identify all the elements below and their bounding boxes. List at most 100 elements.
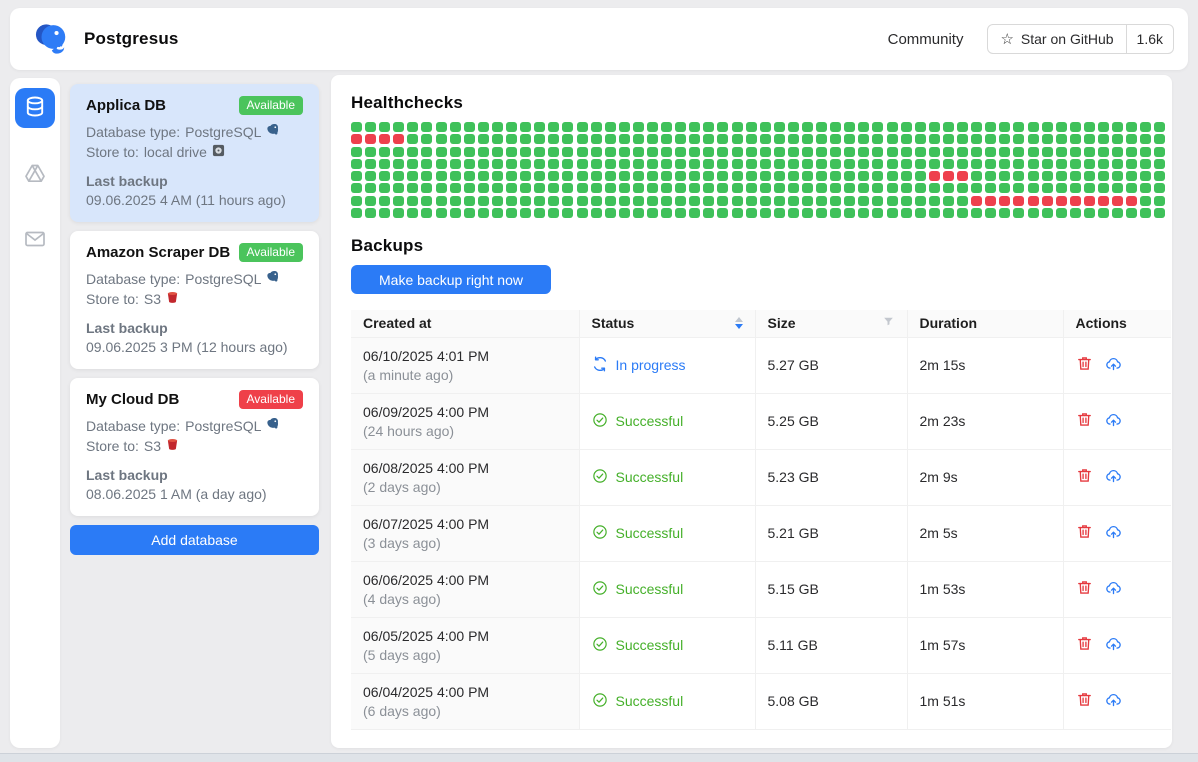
healthcheck-cell[interactable] (1042, 147, 1053, 157)
healthcheck-cell[interactable] (506, 208, 517, 218)
healthcheck-cell[interactable] (1084, 147, 1095, 157)
healthcheck-cell[interactable] (591, 196, 602, 206)
healthcheck-cell[interactable] (774, 122, 785, 132)
healthcheck-cell[interactable] (1070, 122, 1081, 132)
healthcheck-cell[interactable] (492, 147, 503, 157)
healthcheck-cell[interactable] (407, 134, 418, 144)
delete-backup-icon[interactable] (1076, 635, 1093, 655)
healthcheck-cell[interactable] (774, 159, 785, 169)
healthcheck-cell[interactable] (506, 134, 517, 144)
delete-backup-icon[interactable] (1076, 691, 1093, 711)
healthcheck-cell[interactable] (929, 159, 940, 169)
healthcheck-cell[interactable] (943, 208, 954, 218)
healthcheck-cell[interactable] (619, 134, 630, 144)
healthcheck-cell[interactable] (1013, 196, 1024, 206)
healthcheck-cell[interactable] (929, 183, 940, 193)
healthcheck-cell[interactable] (717, 183, 728, 193)
healthcheck-cell[interactable] (577, 171, 588, 181)
healthcheck-cell[interactable] (421, 147, 432, 157)
healthcheck-cell[interactable] (760, 171, 771, 181)
healthcheck-cell[interactable] (717, 159, 728, 169)
healthcheck-cell[interactable] (999, 208, 1010, 218)
healthcheck-cell[interactable] (1013, 147, 1024, 157)
healthcheck-cell[interactable] (675, 122, 686, 132)
healthcheck-cell[interactable] (774, 208, 785, 218)
healthcheck-cell[interactable] (760, 208, 771, 218)
community-link[interactable]: Community (888, 31, 964, 48)
healthcheck-cell[interactable] (830, 134, 841, 144)
healthcheck-cell[interactable] (1028, 208, 1039, 218)
healthcheck-cell[interactable] (534, 171, 545, 181)
healthcheck-cell[interactable] (1013, 122, 1024, 132)
healthcheck-cell[interactable] (421, 183, 432, 193)
healthcheck-cell[interactable] (887, 196, 898, 206)
healthcheck-cell[interactable] (1070, 196, 1081, 206)
healthcheck-cell[interactable] (436, 147, 447, 157)
healthcheck-cell[interactable] (577, 122, 588, 132)
healthcheck-cell[interactable] (915, 183, 926, 193)
healthcheck-cell[interactable] (957, 122, 968, 132)
healthcheck-cell[interactable] (788, 196, 799, 206)
healthcheck-cell[interactable] (421, 196, 432, 206)
healthcheck-cell[interactable] (774, 196, 785, 206)
healthcheck-cell[interactable] (774, 171, 785, 181)
healthcheck-cell[interactable] (703, 122, 714, 132)
healthcheck-cell[interactable] (901, 196, 912, 206)
healthcheck-cell[interactable] (689, 122, 700, 132)
healthcheck-cell[interactable] (661, 196, 672, 206)
healthcheck-cell[interactable] (365, 208, 376, 218)
healthcheck-cell[interactable] (689, 183, 700, 193)
healthcheck-cell[interactable] (830, 183, 841, 193)
healthcheck-cell[interactable] (520, 171, 531, 181)
healthcheck-cell[interactable] (675, 171, 686, 181)
healthcheck-cell[interactable] (1042, 171, 1053, 181)
healthcheck-cell[interactable] (1028, 196, 1039, 206)
healthcheck-cell[interactable] (957, 159, 968, 169)
healthcheck-cell[interactable] (548, 134, 559, 144)
healthcheck-cell[interactable] (675, 147, 686, 157)
healthcheck-cell[interactable] (802, 159, 813, 169)
healthcheck-cell[interactable] (887, 134, 898, 144)
healthcheck-cell[interactable] (1013, 171, 1024, 181)
healthcheck-cell[interactable] (915, 196, 926, 206)
healthcheck-cell[interactable] (844, 196, 855, 206)
healthcheck-cell[interactable] (1154, 159, 1165, 169)
healthcheck-cell[interactable] (1056, 183, 1067, 193)
healthcheck-cell[interactable] (830, 196, 841, 206)
healthcheck-cell[interactable] (548, 196, 559, 206)
github-star-button[interactable]: ☆ Star on GitHub 1.6k (987, 24, 1174, 54)
healthcheck-cell[interactable] (1070, 147, 1081, 157)
healthcheck-cell[interactable] (929, 171, 940, 181)
healthcheck-cell[interactable] (985, 122, 996, 132)
healthcheck-cell[interactable] (647, 122, 658, 132)
healthcheck-cell[interactable] (760, 196, 771, 206)
filter-funnel-icon[interactable] (882, 315, 895, 331)
caret-down-icon[interactable] (735, 324, 743, 329)
healthcheck-cell[interactable] (844, 171, 855, 181)
healthcheck-cell[interactable] (562, 171, 573, 181)
healthcheck-cell[interactable] (450, 159, 461, 169)
healthcheck-cell[interactable] (1126, 159, 1137, 169)
healthcheck-cell[interactable] (393, 159, 404, 169)
healthcheck-cell[interactable] (421, 208, 432, 218)
healthcheck-cell[interactable] (943, 134, 954, 144)
healthcheck-cell[interactable] (760, 183, 771, 193)
healthcheck-cell[interactable] (760, 122, 771, 132)
healthcheck-cell[interactable] (351, 208, 362, 218)
healthcheck-cell[interactable] (788, 171, 799, 181)
healthcheck-cell[interactable] (1098, 159, 1109, 169)
healthcheck-cell[interactable] (1013, 134, 1024, 144)
healthcheck-cell[interactable] (605, 183, 616, 193)
healthcheck-cell[interactable] (732, 171, 743, 181)
healthcheck-cell[interactable] (788, 183, 799, 193)
healthcheck-cell[interactable] (971, 183, 982, 193)
healthcheck-cell[interactable] (1056, 159, 1067, 169)
healthcheck-cell[interactable] (1112, 196, 1123, 206)
healthcheck-cell[interactable] (1070, 208, 1081, 218)
healthcheck-cell[interactable] (732, 183, 743, 193)
healthcheck-cell[interactable] (872, 134, 883, 144)
healthcheck-cell[interactable] (407, 208, 418, 218)
healthcheck-cell[interactable] (393, 147, 404, 157)
healthcheck-cell[interactable] (858, 196, 869, 206)
healthcheck-cell[interactable] (887, 208, 898, 218)
